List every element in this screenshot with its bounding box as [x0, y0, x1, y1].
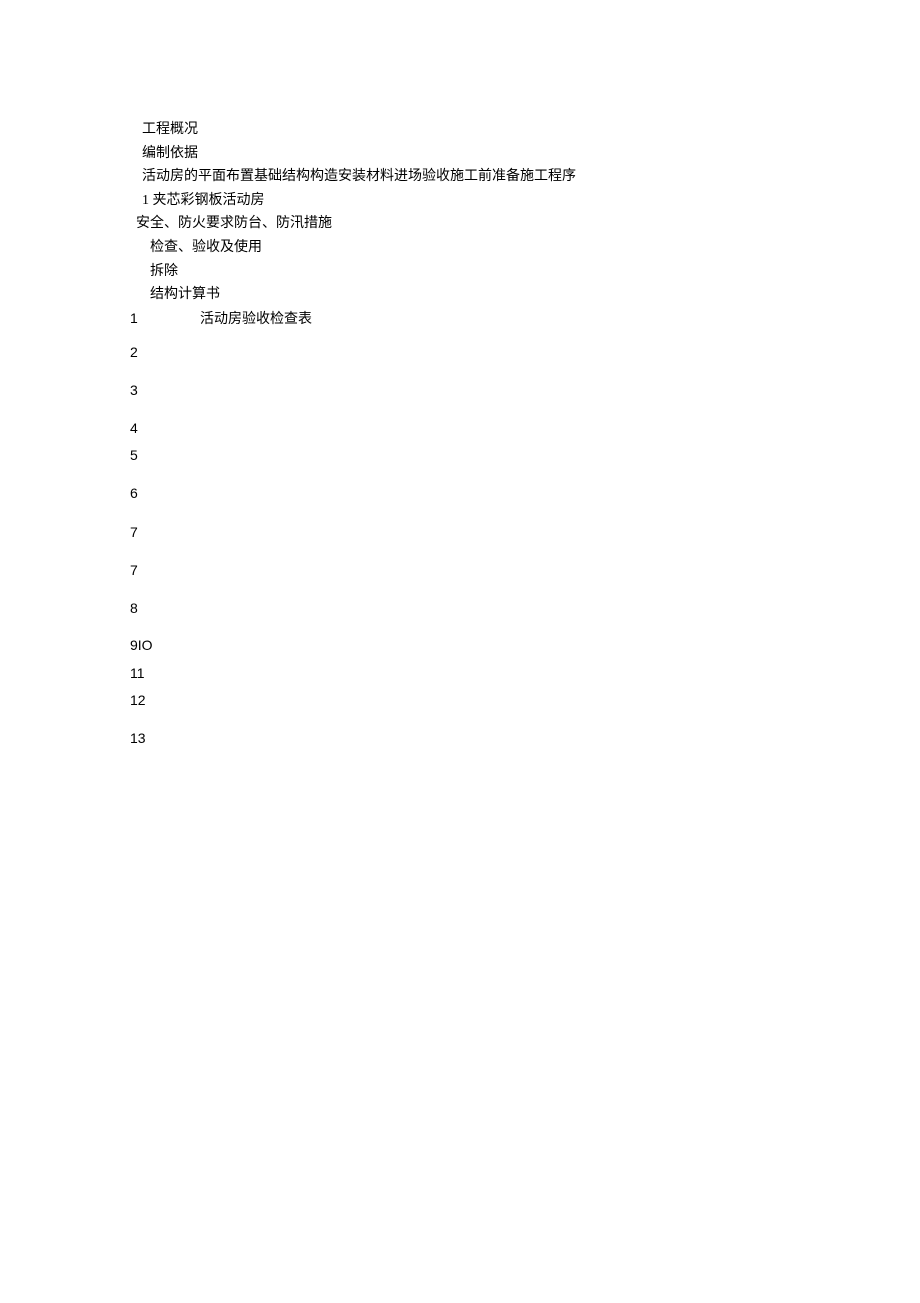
number-label-7: 7 — [130, 523, 920, 543]
number-label-2: 2 — [130, 343, 920, 363]
toc-line-4: 1 夹芯彩钢板活动房 — [130, 191, 920, 211]
numbered-text-1: 活动房验收检查表 — [200, 310, 312, 330]
number-label-13: 13 — [130, 729, 920, 749]
toc-line-8: 结构计算书 — [130, 285, 920, 305]
number-label-12: 12 — [130, 691, 920, 711]
toc-line-7: 拆除 — [130, 262, 920, 282]
number-label-1: 1 — [130, 309, 200, 329]
toc-line-2: 编制依据 — [130, 144, 920, 164]
toc-line-3: 活动房的平面布置基础结构构造安装材料进场验收施工前准备施工程序 — [130, 167, 920, 187]
number-label-9: 9IO — [130, 636, 920, 656]
number-label-6: 6 — [130, 484, 920, 504]
number-label-4: 4 — [130, 419, 920, 439]
toc-line-5: 安全、防火要求防台、防汛措施 — [130, 214, 920, 234]
number-label-3: 3 — [130, 381, 920, 401]
number-label-5: 5 — [130, 446, 920, 466]
number-label-11: 11 — [130, 664, 920, 684]
number-label-8: 8 — [130, 599, 920, 619]
toc-line-6: 检查、验收及使用 — [130, 238, 920, 258]
toc-line-1: 工程概况 — [130, 120, 920, 140]
numbered-item-1: 1 活动房验收检查表 — [130, 309, 920, 330]
number-label-7b: 7 — [130, 561, 920, 581]
